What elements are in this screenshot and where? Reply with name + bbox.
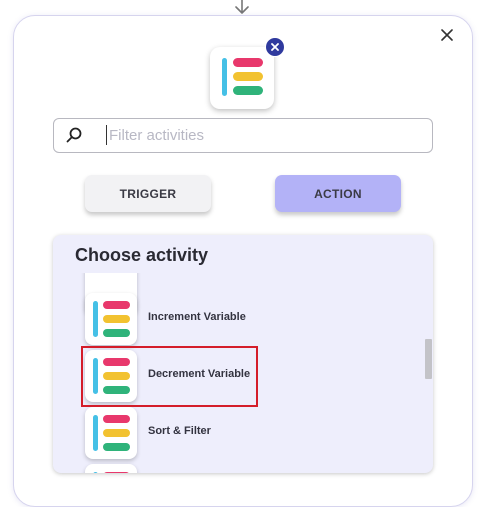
close-icon [441, 29, 453, 41]
activity-item-sort-filter[interactable]: Sort & Filter [85, 407, 385, 459]
elementor-logo-icon [93, 358, 130, 394]
activity-app-icon [85, 350, 137, 402]
elementor-logo-icon [93, 415, 130, 451]
remove-badge-icon [271, 43, 279, 51]
activity-app-icon [85, 293, 137, 345]
activity-item-partial-bottom[interactable] [85, 464, 385, 473]
choose-activity-list: Choose activity Increment Variable Decre… [53, 235, 433, 473]
activity-app-icon [85, 464, 137, 473]
elementor-logo-icon [93, 472, 129, 473]
activity-item-label: Increment Variable [148, 311, 246, 323]
search-icon [66, 127, 82, 143]
elementor-logo-icon [222, 58, 263, 96]
elementor-logo-icon [93, 301, 130, 337]
activity-item-label: Sort & Filter [148, 425, 211, 437]
trigger-tab-button[interactable]: TRIGGER [85, 175, 211, 212]
remove-app-button[interactable] [265, 37, 285, 57]
activity-scroll-area[interactable]: Increment Variable Decrement Variable So… [53, 273, 433, 473]
filter-activities-input[interactable] [106, 125, 419, 145]
activity-item-increment-variable[interactable]: Increment Variable [85, 293, 385, 345]
selected-app-icon[interactable] [210, 47, 274, 109]
activity-app-icon [85, 407, 137, 459]
arrow-down-icon [235, 0, 249, 14]
filter-search-box[interactable] [53, 118, 433, 153]
choose-activity-title: Choose activity [75, 245, 209, 265]
activity-item-decrement-variable[interactable]: Decrement Variable [85, 350, 385, 402]
activity-item-label: Decrement Variable [148, 368, 251, 380]
activity-list-scrollbar[interactable] [425, 339, 432, 379]
action-tab-button[interactable]: ACTION [275, 175, 401, 212]
close-button[interactable] [437, 25, 457, 45]
